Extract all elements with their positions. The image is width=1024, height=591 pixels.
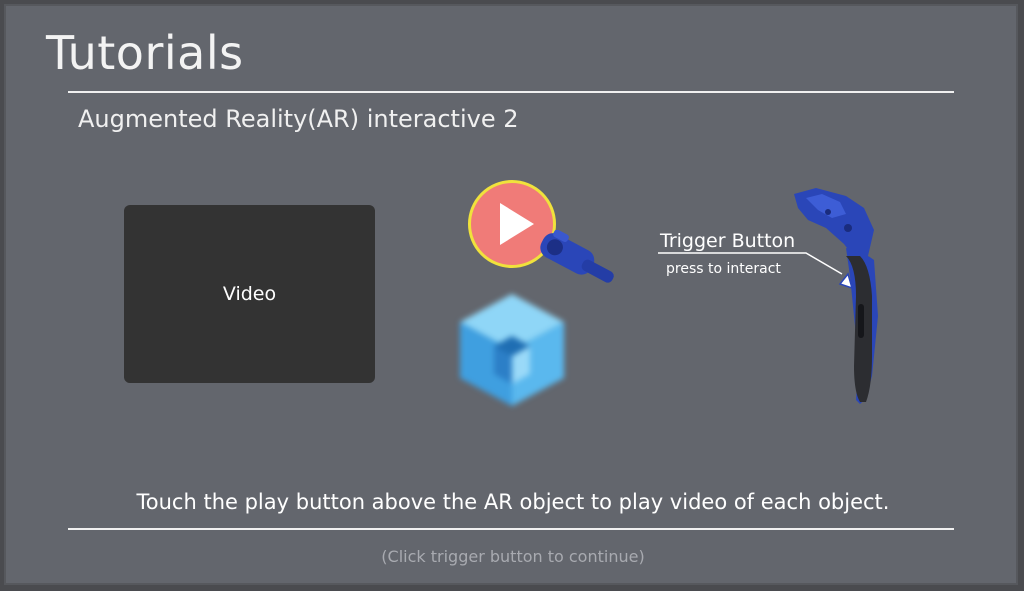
instruction-text: Touch the play button above the AR objec… <box>136 490 890 514</box>
video-player[interactable]: Video <box>124 205 375 383</box>
ar-cube-icon[interactable] <box>454 288 570 414</box>
tutorial-subtitle: Augmented Reality(AR) interactive 2 <box>78 105 519 133</box>
vr-controller-large-icon <box>786 186 886 415</box>
vr-controller-icon <box>526 229 616 306</box>
continue-hint[interactable]: (Click trigger button to continue) <box>6 547 1020 566</box>
page-title: Tutorials <box>46 26 244 80</box>
video-label: Video <box>222 283 277 305</box>
trigger-button-label: Trigger Button <box>660 230 796 252</box>
trigger-button-hint: press to interact <box>666 261 781 277</box>
footer-divider <box>68 528 954 530</box>
tutorial-panel: Tutorials Augmented Reality(AR) interact… <box>4 4 1018 585</box>
title-divider <box>68 91 954 93</box>
